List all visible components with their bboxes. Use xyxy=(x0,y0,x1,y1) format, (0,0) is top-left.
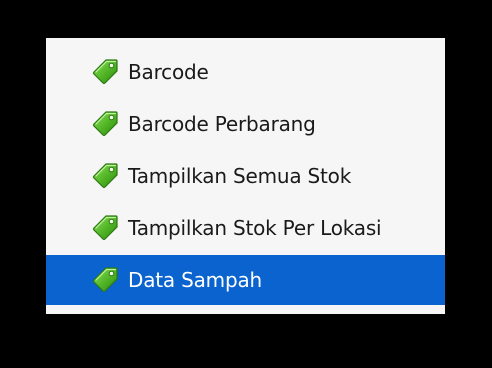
menu-item-tampilkan-semua-stok[interactable]: Tampilkan Semua Stok xyxy=(46,151,445,201)
menu-item-label: Tampilkan Semua Stok xyxy=(128,164,352,188)
tag-icon xyxy=(89,56,121,88)
context-menu: Barcode Barcode Perbarang Tampilkan Semu… xyxy=(46,38,445,314)
tag-icon xyxy=(89,160,121,192)
tag-icon xyxy=(89,264,121,296)
menu-item-barcode-perbarang[interactable]: Barcode Perbarang xyxy=(46,99,445,149)
menu-item-label: Barcode Perbarang xyxy=(128,112,316,136)
menu-item-tampilkan-stok-per-lokasi[interactable]: Tampilkan Stok Per Lokasi xyxy=(46,203,445,253)
menu-item-label: Tampilkan Stok Per Lokasi xyxy=(128,216,382,240)
tag-icon xyxy=(89,108,121,140)
menu-item-barcode[interactable]: Barcode xyxy=(46,47,445,97)
menu-item-label: Barcode xyxy=(128,60,209,84)
tag-icon xyxy=(89,212,121,244)
menu-item-label: Data Sampah xyxy=(128,268,262,292)
menu-item-data-sampah[interactable]: Data Sampah xyxy=(46,255,445,305)
